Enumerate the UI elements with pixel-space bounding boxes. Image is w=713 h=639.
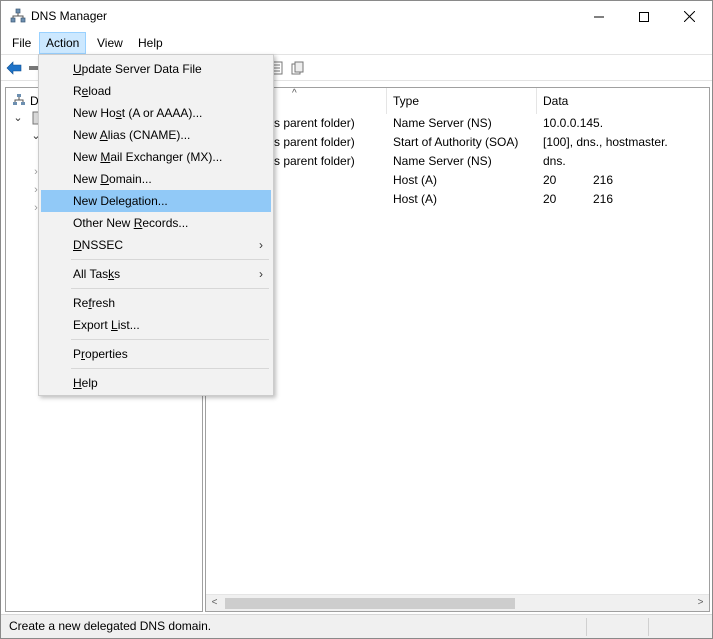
horizontal-scrollbar[interactable]: < > xyxy=(206,594,709,611)
maximize-button[interactable] xyxy=(621,1,667,32)
menu-item-properties[interactable]: Properties xyxy=(41,343,271,365)
menu-separator xyxy=(71,259,269,260)
menu-item-new-delegation[interactable]: New Delegation... xyxy=(41,190,271,212)
menu-separator xyxy=(71,339,269,340)
status-bar: Create a new delegated DNS domain. xyxy=(1,614,712,638)
status-divider xyxy=(648,618,649,636)
back-button[interactable] xyxy=(5,59,23,77)
table-row[interactable]: s parent folder) Name Server (NS) dns. xyxy=(206,152,709,171)
menu-view[interactable]: View xyxy=(91,32,129,54)
title-bar[interactable]: DNS Manager xyxy=(1,1,712,32)
table-row[interactable]: Host (A) 20 216 xyxy=(206,190,709,209)
records-list-pane[interactable]: ^ Type Data s parent folder) Name Server… xyxy=(205,87,710,612)
row-type: Host (A) xyxy=(393,192,438,206)
row-type: Start of Authority (SOA) xyxy=(393,135,519,149)
menu-item-reload[interactable]: Reload xyxy=(41,80,271,102)
status-divider xyxy=(586,618,587,636)
sort-ascending-icon: ^ xyxy=(292,88,297,99)
copy-icon xyxy=(291,61,304,75)
menu-item-new-mail-exchanger[interactable]: New Mail Exchanger (MX)... xyxy=(41,146,271,168)
menu-item-update-server-data-file[interactable]: Update Server Data File xyxy=(41,58,271,80)
row-data: [100], dns., hostmaster. xyxy=(543,135,668,149)
row-data: 20 xyxy=(543,173,557,187)
status-text: Create a new delegated DNS domain. xyxy=(9,619,212,633)
menu-item-export-list[interactable]: Export List... xyxy=(41,314,271,336)
minimize-icon xyxy=(594,16,604,17)
row-name: s parent folder) xyxy=(274,154,355,168)
table-row[interactable]: s parent folder) Start of Authority (SOA… xyxy=(206,133,709,152)
table-row[interactable]: Host (A) 20 216 xyxy=(206,171,709,190)
close-icon xyxy=(683,11,695,22)
row-data: 20 xyxy=(543,192,557,206)
menu-item-new-domain[interactable]: New Domain... xyxy=(41,168,271,190)
dns-node-icon xyxy=(13,94,25,105)
row-data: dns. xyxy=(543,154,566,168)
dns-manager-icon xyxy=(10,8,26,23)
menu-item-dnssec[interactable]: DNSSEC › xyxy=(41,234,271,256)
scroll-left-icon[interactable]: < xyxy=(206,595,223,611)
action-menu: Update Server Data File Reload New Host … xyxy=(38,54,274,396)
copy-button[interactable] xyxy=(289,59,307,77)
menu-item-new-alias[interactable]: New Alias (CNAME)... xyxy=(41,124,271,146)
dns-manager-window: DNS Manager File Action View Help D ⌄ ⌄ … xyxy=(0,0,713,639)
menu-item-refresh[interactable]: Refresh xyxy=(41,292,271,314)
submenu-arrow-icon: › xyxy=(259,238,263,252)
menu-bar: File Action View Help xyxy=(1,32,712,54)
window-title: DNS Manager xyxy=(31,9,108,23)
column-header-type[interactable]: Type xyxy=(387,88,537,114)
menu-help[interactable]: Help xyxy=(132,32,169,54)
row-name: s parent folder) xyxy=(274,135,355,149)
scroll-right-icon[interactable]: > xyxy=(692,595,709,611)
row-data-2: 216 xyxy=(593,173,614,187)
menu-file[interactable]: File xyxy=(6,32,37,54)
row-type: Name Server (NS) xyxy=(393,116,492,130)
row-data-2: 216 xyxy=(593,192,614,206)
row-type: Host (A) xyxy=(393,173,438,187)
table-row[interactable]: s parent folder) Name Server (NS) 10.0.0… xyxy=(206,114,709,133)
column-header-data[interactable]: Data xyxy=(537,88,709,114)
menu-item-all-tasks[interactable]: All Tasks › xyxy=(41,263,271,285)
menu-item-other-new-records[interactable]: Other New Records... xyxy=(41,212,271,234)
menu-separator xyxy=(71,288,269,289)
expand-chevron-icon[interactable]: ⌄ xyxy=(12,112,24,124)
menu-item-help[interactable]: Help xyxy=(41,372,271,394)
row-type: Name Server (NS) xyxy=(393,154,492,168)
menu-separator xyxy=(71,368,269,369)
menu-item-new-host[interactable]: New Host (A or AAAA)... xyxy=(41,102,271,124)
row-name: s parent folder) xyxy=(274,116,355,130)
scrollbar-thumb[interactable] xyxy=(225,598,515,609)
submenu-arrow-icon: › xyxy=(259,267,263,281)
minimize-button[interactable] xyxy=(576,1,622,32)
menu-action[interactable]: Action xyxy=(39,32,87,54)
back-arrow-icon xyxy=(6,61,22,75)
close-button[interactable] xyxy=(666,1,712,32)
maximize-icon xyxy=(639,11,649,22)
row-data: 10.0.0.145. xyxy=(543,116,604,130)
